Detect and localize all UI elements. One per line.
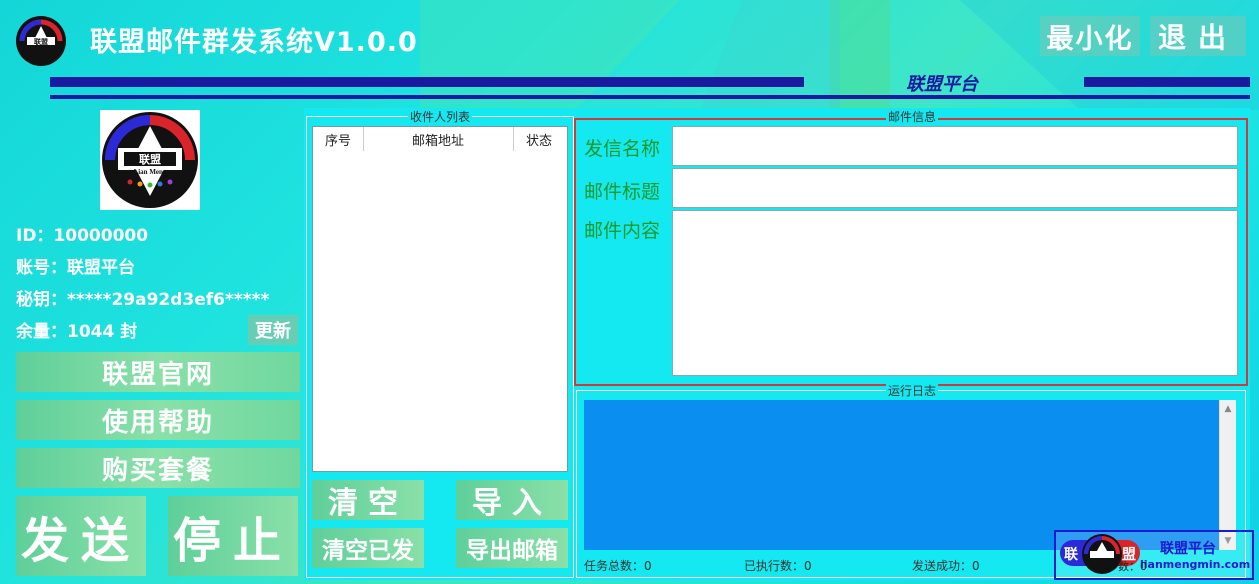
mail-info-title: 邮件信息 bbox=[886, 108, 939, 125]
log-scroll-up-icon[interactable]: ▲ bbox=[1220, 402, 1236, 416]
exit-button[interactable]: 退出 bbox=[1150, 16, 1246, 56]
account-id: ID：10000000 bbox=[16, 226, 149, 246]
app-logo-icon: 联盟 bbox=[19, 19, 63, 46]
executed-count: 已执行数：0 bbox=[744, 559, 812, 573]
sidebar-item-official-site[interactable]: 联盟官网 bbox=[16, 352, 300, 392]
account-balance: 余量：1044 封 bbox=[16, 322, 138, 342]
fail-count: 数：0 bbox=[1118, 560, 1147, 573]
watermark-left-text: 联 bbox=[1064, 547, 1078, 563]
sidebar-item-help[interactable]: 使用帮助 bbox=[16, 400, 300, 440]
account-logo: 联盟 Lian Meng bbox=[100, 110, 200, 210]
content-textarea[interactable] bbox=[672, 210, 1238, 376]
header-bar-bottom bbox=[50, 95, 1250, 99]
send-button[interactable]: 发送 bbox=[16, 496, 146, 576]
content-label: 邮件内容 bbox=[584, 220, 661, 242]
success-count: 发送成功：0 bbox=[912, 559, 980, 573]
import-button[interactable]: 导入 bbox=[456, 480, 568, 521]
watermark-badge: 联 盟 联盟平台 lianmengmin.com bbox=[1054, 530, 1254, 580]
task-total: 任务总数：0 bbox=[584, 559, 652, 573]
lianmeng-logo-icon: 联盟 Lian Meng bbox=[105, 115, 195, 196]
log-title: 运行日志 bbox=[886, 382, 939, 399]
clear-button[interactable]: 清空 bbox=[312, 480, 424, 521]
stop-button[interactable]: 停止 bbox=[168, 496, 298, 576]
watermark-brand: 联盟平台 bbox=[1160, 541, 1216, 557]
app-logo: 联盟 bbox=[16, 16, 66, 66]
update-button[interactable]: 更新 bbox=[248, 315, 298, 345]
column-header-index[interactable]: 序号 bbox=[313, 127, 364, 151]
minimize-button[interactable]: 最小化 bbox=[1040, 16, 1140, 56]
sender-name-input[interactable] bbox=[672, 126, 1238, 166]
export-emails-button[interactable]: 导出邮箱 bbox=[456, 528, 568, 568]
platform-label: 联盟平台 bbox=[906, 74, 978, 95]
subject-label: 邮件标题 bbox=[584, 181, 661, 203]
sidebar-item-buy-package[interactable]: 购买套餐 bbox=[16, 448, 300, 488]
svg-text:联盟: 联盟 bbox=[34, 37, 48, 46]
app-title: 联盟邮件群发系统V1.0.0 bbox=[90, 27, 418, 58]
column-header-email[interactable]: 邮箱地址 bbox=[363, 127, 514, 151]
watermark-url: lianmengmin.com bbox=[1140, 558, 1251, 571]
log-area[interactable]: ▲ ▼ bbox=[584, 400, 1236, 550]
recipients-list[interactable]: 序号 邮箱地址 状态 bbox=[312, 126, 568, 472]
svg-text:联盟: 联盟 bbox=[139, 152, 161, 166]
account-key: 秘钥：*****29a92d3ef6***** bbox=[16, 290, 270, 310]
subject-input[interactable] bbox=[672, 168, 1238, 208]
svg-text:Lian Meng: Lian Meng bbox=[134, 168, 167, 176]
log-scrollbar[interactable]: ▲ ▼ bbox=[1219, 400, 1236, 550]
sender-name-label: 发信名称 bbox=[584, 138, 661, 160]
clear-sent-button[interactable]: 清空已发 bbox=[312, 528, 424, 568]
recipients-title: 收件人列表 bbox=[408, 108, 473, 125]
column-header-status[interactable]: 状态 bbox=[513, 127, 565, 151]
header-bar-right bbox=[1084, 77, 1250, 87]
watermark-logo-icon bbox=[1082, 534, 1122, 574]
account-name: 账号：联盟平台 bbox=[16, 258, 135, 278]
header-bar-left bbox=[50, 77, 804, 87]
